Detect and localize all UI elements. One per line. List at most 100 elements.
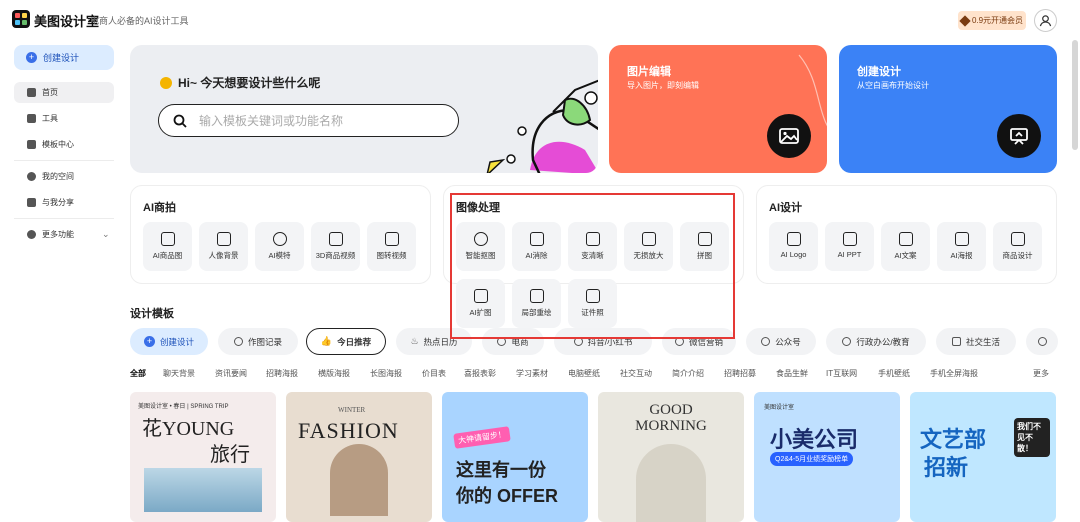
subcat-item[interactable]: 长图海报 [370,368,402,379]
top-bar: 美图设计室 电商人必备的AI设计工具 0.9元开通会员 [0,0,1080,40]
pill-recommend[interactable]: 👍 今日推荐 [306,328,386,355]
subcat-more[interactable]: 更多 [1033,368,1049,379]
subcat-item[interactable]: 简介介绍 [672,368,704,379]
pill-office[interactable]: 行政办公/教育 [826,328,926,355]
hero-illustration [486,79,598,173]
vip-button[interactable]: 0.9元开通会员 [958,11,1026,30]
sidebar-item-more[interactable]: 更多功能 ⌄ [14,224,114,245]
template-thumb[interactable]: WINTER FASHION [286,392,432,522]
pill-wechat[interactable]: 微信营销 [662,328,736,355]
tool-ai-poster[interactable]: AI海报 [937,222,986,271]
subcat-item[interactable]: 横版海报 [318,368,350,379]
subcat-item[interactable]: 招聘海报 [266,368,298,379]
pill-hot-calendar[interactable]: ♨ 热点日历 [396,328,472,355]
tool-ai-copy[interactable]: AI文案 [881,222,930,271]
tool-label: 人像背景 [208,251,239,260]
tool-collage[interactable]: 拼图 [680,222,729,271]
hero-banner: Hi~ 今天想要设计些什么呢 输入模板关键词或功能名称 [130,45,598,173]
pill-douyin[interactable]: 抖音/小红书 [554,328,652,355]
pill-history[interactable]: 作图记录 [218,328,298,355]
tool-ai-product-image[interactable]: AI商品图 [143,222,192,271]
video-icon [384,232,399,246]
subcat-item[interactable]: 电脑壁纸 [568,368,600,379]
subcat-all[interactable]: 全部 [130,368,146,379]
tool-smart-cutout[interactable]: 智能抠图 [456,222,505,271]
template-thumb[interactable]: 美图设计室 小美公司 Q2&4-5月业绩奖励榜单 [754,392,900,522]
tool-ai-expand[interactable]: AI扩图 [456,279,505,328]
subcat-item[interactable]: 招聘招募 [724,368,756,379]
document-icon [898,232,913,246]
logo-icon[interactable] [12,10,30,28]
subcat-item[interactable]: 手机全屏海报 [930,368,978,379]
pill-label: 今日推荐 [337,336,372,347]
tool-label: 变清晰 [581,251,604,260]
sidebar-item-tools[interactable]: 工具 [14,108,114,129]
thumbs-up-icon: 👍 [320,336,333,346]
tool-ai-logo[interactable]: AI Logo [769,222,818,271]
sidebar-item-my-space[interactable]: 我的空间 [14,166,114,187]
ai-design-panel: AI设计 AI Logo AI PPT AI文案 AI海报 商品设计 [756,185,1057,284]
logo-grid-icon [786,232,801,246]
chevron-down-icon: ⌄ [102,229,110,239]
pill-label: 公众号 [775,336,801,347]
tool-label: AI文案 [894,251,917,260]
search-input[interactable]: 输入模板关键词或功能名称 [158,104,459,137]
tool-sharpen[interactable]: 变清晰 [568,222,617,271]
sidebar-item-shared[interactable]: 与我分享 [14,192,114,213]
create-design-button[interactable]: + 创建设计 [14,45,114,70]
create-design-card[interactable]: 创建设计 从空白画布开始设计 [839,45,1057,173]
template-thumb[interactable]: 文艺部 招新 我们不见不散！ [910,392,1056,522]
image-edit-card[interactable]: 图片编辑 导入图片，即刻编辑 [609,45,827,173]
pill-official-account[interactable]: 公众号 [746,328,816,355]
tool-portrait-bg[interactable]: 人像背景 [199,222,248,271]
tool-3d-video[interactable]: 3D商品视频 [311,222,360,271]
thumb-title: 小美公司 [770,427,859,452]
thumb-tag: 大神请留步！ [453,426,511,449]
ai-shoot-panel: AI商拍 AI商品图 人像背景 AI模特 3D商品视频 图转视频 [130,185,431,284]
tool-upscale[interactable]: 无损放大 [624,222,673,271]
clock-icon [233,337,243,346]
pill-social[interactable]: 社交生活 [936,328,1016,355]
subcat-item[interactable]: 资讯要闻 [215,368,247,379]
pill-more[interactable] [1026,328,1058,355]
subcat-item[interactable]: 聊天背景 [163,368,195,379]
scrollbar[interactable] [1072,40,1078,150]
tool-id-photo[interactable]: 证件照 [568,279,617,328]
sidebar-item-label: 与我分享 [42,198,74,207]
brush-icon [529,289,544,303]
sidebar: + 创建设计 首页 工具 模板中心 我的空间 与我分享 更多功能 ⌄ [0,40,122,512]
subcat-item[interactable]: 学习素材 [516,368,548,379]
template-thumb[interactable]: 美图设计室 • 春日 | SPRING TRIP 花YOUNG 旅行 [130,392,276,522]
subcat-item[interactable]: 手机壁纸 [878,368,910,379]
subcat-item[interactable]: 食品生鲜 [776,368,808,379]
avatar[interactable] [1034,9,1057,32]
thumb-title: FASHION [298,418,399,443]
tool-ai-model[interactable]: AI模特 [255,222,304,271]
home-icon [27,88,36,97]
subcat-item[interactable]: 喜报表彰 [464,368,496,379]
grid-icon [27,140,36,149]
pill-ecommerce[interactable]: 电商 [482,328,544,355]
tool-inpaint[interactable]: 局部重绘 [512,279,561,328]
tool-ai-ppt[interactable]: AI PPT [825,222,874,271]
sidebar-item-templates[interactable]: 模板中心 [14,134,114,155]
sidebar-item-home[interactable]: 首页 [14,82,114,103]
tool-product-design[interactable]: 商品设计 [993,222,1042,271]
templates-title: 设计模板 [130,308,174,320]
subcat-item[interactable]: 价目表 [422,368,446,379]
eraser-icon [529,232,544,246]
thumb-subtitle: 招新 [924,455,969,480]
pill-create-design[interactable]: + 创建设计 [130,328,208,355]
toolbox-icon [27,114,36,123]
subcat-item[interactable]: IT互联网 [826,368,857,379]
tool-image-to-video[interactable]: 图转视频 [367,222,416,271]
template-thumb[interactable]: GOOD MORNING [598,392,744,522]
template-thumb[interactable]: 大神请留步！ 这里有一份 你的 OFFER [442,392,588,522]
subcat-item[interactable]: 社交互动 [620,368,652,379]
tool-ai-erase[interactable]: AI消除 [512,222,561,271]
tool-label: 3D商品视频 [315,251,356,260]
model-icon [272,232,287,246]
picture-icon [216,232,231,246]
photo [144,468,262,512]
tool-label: AI Logo [780,250,807,259]
